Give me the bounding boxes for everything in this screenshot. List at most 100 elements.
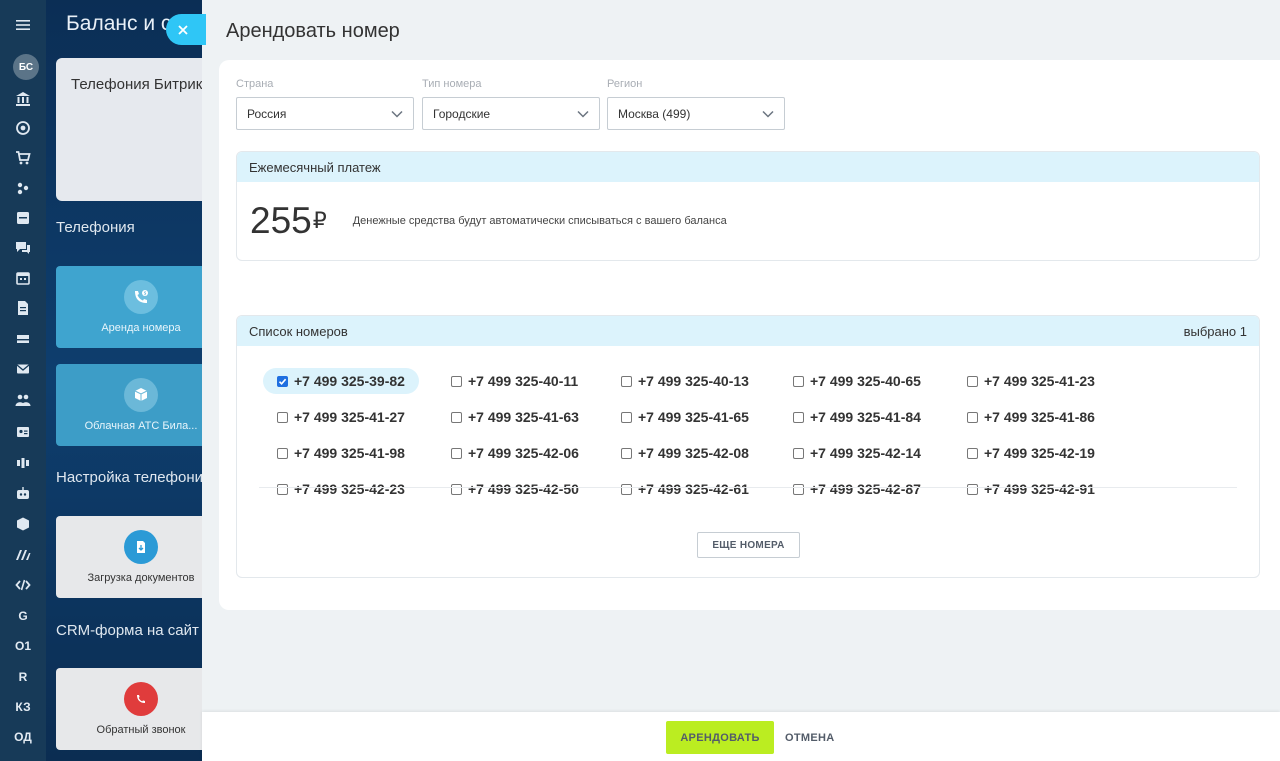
phone-number-text: +7 499 325-39-82 bbox=[294, 373, 405, 389]
phone-number-option[interactable]: +7 499 325-42-50 bbox=[437, 476, 593, 502]
phone-number-option[interactable]: +7 499 325-42-19 bbox=[953, 440, 1109, 466]
target-icon[interactable] bbox=[0, 113, 46, 143]
numbers-list-title: Список номеров bbox=[249, 323, 348, 339]
chevron-down-icon bbox=[577, 110, 589, 118]
more-numbers-button[interactable]: ЕЩЕ НОМЕРА bbox=[697, 532, 800, 558]
avatar[interactable]: БС bbox=[13, 54, 39, 80]
phone-number-text: +7 499 325-42-61 bbox=[638, 481, 749, 497]
checkbox[interactable] bbox=[451, 483, 462, 495]
payment-note: Денежные средства будут автоматически сп… bbox=[352, 215, 727, 227]
phone-number-option[interactable]: +7 499 325-42-91 bbox=[953, 476, 1109, 502]
phone-number-option[interactable]: +7 499 325-41-27 bbox=[263, 404, 419, 430]
sidebar-text-r[interactable]: R bbox=[0, 662, 46, 692]
phone-number-text: +7 499 325-42-08 bbox=[638, 445, 749, 461]
phone-number-text: +7 499 325-42-14 bbox=[810, 445, 921, 461]
robot-icon[interactable] bbox=[0, 173, 46, 203]
document-upload-icon bbox=[124, 530, 158, 564]
checkbox[interactable] bbox=[793, 411, 804, 423]
phone-number-text: +7 499 325-42-23 bbox=[294, 481, 405, 497]
phone-number-option[interactable]: +7 499 325-40-13 bbox=[607, 368, 763, 394]
feed-icon[interactable] bbox=[0, 203, 46, 233]
tile-document-upload[interactable]: Загрузка документов bbox=[56, 516, 206, 598]
tile-label: Загрузка документов bbox=[87, 572, 195, 584]
phone-number-option[interactable]: +7 499 325-41-63 bbox=[437, 404, 593, 430]
number-type-label: Тип номера bbox=[422, 78, 482, 90]
phone-number-text: +7 499 325-41-23 bbox=[984, 373, 1095, 389]
phone-number-option[interactable]: +7 499 325-41-23 bbox=[953, 368, 1109, 394]
contacts-icon[interactable] bbox=[0, 417, 46, 447]
checkbox[interactable] bbox=[451, 411, 462, 423]
checkbox[interactable] bbox=[621, 447, 632, 459]
document-icon[interactable] bbox=[0, 293, 46, 323]
phone-number-text: +7 499 325-42-19 bbox=[984, 445, 1095, 461]
sidebar-text-od[interactable]: ОД bbox=[0, 722, 46, 752]
section-crm-form: CRM-форма на сайт bbox=[56, 622, 199, 639]
tile-callback[interactable]: Обратный звонок bbox=[56, 668, 206, 750]
phone-number-text: +7 499 325-41-65 bbox=[638, 409, 749, 425]
tile-cloud-pbx[interactable]: Облачная АТС Била... bbox=[56, 364, 206, 446]
checkbox[interactable] bbox=[451, 447, 462, 459]
checkbox[interactable] bbox=[967, 375, 978, 387]
phone-number-option[interactable]: +7 499 325-42-08 bbox=[607, 440, 763, 466]
close-slider-button[interactable] bbox=[166, 14, 206, 45]
tile-rent-number[interactable]: $ Аренда номера bbox=[56, 266, 206, 348]
region-select[interactable]: Москва (499) bbox=[607, 97, 785, 130]
users-icon[interactable] bbox=[0, 385, 46, 415]
apps-icon[interactable] bbox=[0, 448, 46, 478]
country-select[interactable]: Россия bbox=[236, 97, 414, 130]
box-icon[interactable] bbox=[0, 509, 46, 539]
chat-icon[interactable] bbox=[0, 233, 46, 263]
checkbox[interactable] bbox=[967, 483, 978, 495]
phone-number-option[interactable]: +7 499 325-41-98 bbox=[263, 440, 419, 466]
sidebar-text-kz[interactable]: КЗ bbox=[0, 692, 46, 722]
phone-number-option[interactable]: +7 499 325-41-86 bbox=[953, 404, 1109, 430]
phone-number-option[interactable]: +7 499 325-42-87 bbox=[779, 476, 935, 502]
checkbox[interactable] bbox=[621, 375, 632, 387]
phone-number-text: +7 499 325-41-86 bbox=[984, 409, 1095, 425]
country-label: Страна bbox=[236, 78, 274, 90]
checkbox[interactable] bbox=[621, 411, 632, 423]
phone-number-option[interactable]: +7 499 325-42-06 bbox=[437, 440, 593, 466]
number-type-select[interactable]: Городские bbox=[422, 97, 600, 130]
drive-icon[interactable] bbox=[0, 323, 46, 353]
tile-label: Облачная АТС Била... bbox=[84, 420, 198, 432]
phone-number-option[interactable]: +7 499 325-42-14 bbox=[779, 440, 935, 466]
rent-form-panel: Страна Россия Тип номера Городские Регио… bbox=[219, 60, 1280, 610]
checkbox[interactable] bbox=[793, 375, 804, 387]
checkbox[interactable] bbox=[967, 411, 978, 423]
code-icon[interactable] bbox=[0, 570, 46, 600]
checkbox[interactable] bbox=[277, 375, 288, 387]
svg-text:$: $ bbox=[144, 291, 147, 297]
checkbox[interactable] bbox=[277, 483, 288, 495]
checkbox[interactable] bbox=[621, 483, 632, 495]
phone-number-option[interactable]: +7 499 325-42-61 bbox=[607, 476, 763, 502]
phone-number-option[interactable]: +7 499 325-40-11 bbox=[437, 368, 592, 394]
phone-number-option[interactable]: +7 499 325-42-23 bbox=[263, 476, 419, 502]
checkbox[interactable] bbox=[793, 447, 804, 459]
cart-icon[interactable] bbox=[0, 143, 46, 173]
check-icon bbox=[278, 378, 287, 385]
phone-number-option[interactable]: +7 499 325-41-65 bbox=[607, 404, 763, 430]
menu-icon[interactable] bbox=[0, 10, 46, 40]
phone-number-option[interactable]: +7 499 325-40-65 bbox=[779, 368, 935, 394]
bank-icon[interactable] bbox=[0, 84, 46, 114]
mail-icon[interactable] bbox=[0, 354, 46, 384]
phone-number-option[interactable]: +7 499 325-39-82 bbox=[263, 368, 419, 394]
sidebar-text-o1[interactable]: O1 bbox=[0, 631, 46, 661]
checkbox[interactable] bbox=[451, 375, 462, 387]
checkbox[interactable] bbox=[277, 411, 288, 423]
marketplace-icon[interactable] bbox=[0, 540, 46, 570]
slider-title: Арендовать номер bbox=[226, 20, 400, 42]
rent-button[interactable]: АРЕНДОВАТЬ bbox=[666, 721, 774, 754]
region-value: Москва (499) bbox=[618, 106, 691, 121]
calendar-icon[interactable] bbox=[0, 263, 46, 293]
country-value: Россия bbox=[247, 106, 287, 121]
checkbox[interactable] bbox=[967, 447, 978, 459]
phone-number-text: +7 499 325-41-63 bbox=[468, 409, 579, 425]
phone-number-option[interactable]: +7 499 325-41-84 bbox=[779, 404, 935, 430]
cancel-button[interactable]: ОТМЕНА bbox=[785, 721, 834, 754]
sidebar-text-g[interactable]: G bbox=[0, 601, 46, 631]
bot-icon[interactable] bbox=[0, 478, 46, 508]
checkbox[interactable] bbox=[277, 447, 288, 459]
checkbox[interactable] bbox=[793, 483, 804, 495]
